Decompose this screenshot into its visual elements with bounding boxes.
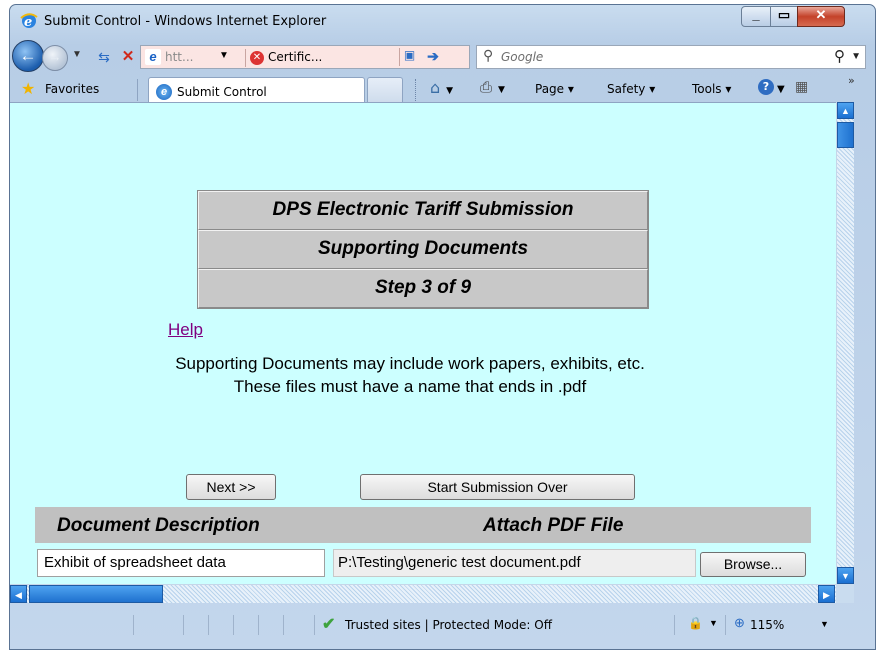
forward-arrow-icon: → <box>48 49 62 64</box>
search-placeholder[interactable]: Google <box>501 50 543 64</box>
instructions-text: Supporting Documents may include work pa… <box>175 354 645 396</box>
vertical-scrollbar[interactable]: ▲ ▼ <box>836 102 854 584</box>
help-icon[interactable]: ? <box>758 79 774 95</box>
new-tab-button[interactable] <box>367 77 403 105</box>
home-icon[interactable]: ⌂ ▼ <box>430 78 453 97</box>
close-icon: ✕ <box>815 7 827 22</box>
minimize-icon: _ <box>752 7 760 22</box>
start-over-button[interactable]: Start Submission Over <box>360 474 635 500</box>
back-arrow-icon: ← <box>19 46 37 65</box>
status-divider <box>133 615 134 635</box>
help-dropdown-icon[interactable]: ▼ <box>777 84 785 95</box>
favorites-button[interactable]: Favorites <box>45 82 99 96</box>
research-icon[interactable]: ▦ <box>795 79 808 95</box>
stop-icon[interactable]: ✕ <box>118 46 138 68</box>
close-button[interactable]: ✕ <box>797 6 845 27</box>
refresh-icon[interactable]: ⇆ <box>92 46 116 68</box>
status-divider <box>725 615 726 635</box>
zoom-level[interactable]: 115% <box>750 618 784 632</box>
status-divider <box>233 615 234 635</box>
maximize-icon: ▭ <box>777 7 791 22</box>
favorites-separator <box>137 79 138 101</box>
vertical-scroll-thumb[interactable] <box>837 122 854 148</box>
compatibility-view-icon[interactable]: ▣ <box>399 48 419 66</box>
tools-menu[interactable]: Tools ▾ <box>692 82 731 96</box>
page-menu[interactable]: Page ▾ <box>535 82 574 96</box>
search-icon[interactable]: ⚲ <box>834 47 845 65</box>
back-button[interactable]: ← <box>12 40 44 72</box>
scroll-up-icon[interactable]: ▲ <box>837 102 854 119</box>
ie-logo-icon: e <box>20 13 38 30</box>
search-provider-icon: ⚲ <box>483 47 494 63</box>
checkmark-icon: ✔ <box>322 616 336 633</box>
next-button[interactable]: Next >> <box>186 474 276 500</box>
forward-button[interactable]: → <box>42 45 68 71</box>
horizontal-scrollbar[interactable]: ◀ ▶ <box>10 584 854 603</box>
page-content: DPS Electronic Tariff Submission Support… <box>10 102 836 584</box>
svg-text:e: e <box>24 15 32 29</box>
document-description-input[interactable]: Exhibit of spreadsheet data <box>37 549 325 577</box>
tab-label: Submit Control <box>177 85 267 99</box>
page-ie-icon: e <box>145 49 161 65</box>
print-icon[interactable]: ⎙ ▼ <box>480 78 505 96</box>
column-attach-pdf: Attach PDF File <box>483 515 624 536</box>
scroll-down-icon[interactable]: ▼ <box>837 567 854 584</box>
more-commands-icon[interactable]: » <box>848 74 855 87</box>
zone-dropdown-icon[interactable]: ▼ <box>709 618 718 628</box>
window-title: Submit Control - Windows Internet Explor… <box>44 14 327 29</box>
address-field[interactable]: e htt... ▼ ✕ Certific... ▣ ➔ <box>140 45 470 69</box>
status-divider <box>314 615 315 635</box>
header-title: DPS Electronic Tariff Submission <box>198 191 648 230</box>
recent-pages-dropdown[interactable]: ▼ <box>72 49 82 60</box>
command-bar-separator <box>415 79 418 101</box>
zoom-icon[interactable]: ⊕ <box>734 615 745 631</box>
documents-table-header: Document Description Attach PDF File <box>35 507 811 543</box>
search-field[interactable]: ⚲ Google ⚲ ▼ <box>476 45 866 69</box>
page-header-table: DPS Electronic Tariff Submission Support… <box>197 190 649 309</box>
column-document-description: Document Description <box>57 515 260 536</box>
favorites-command-bar: ★ Favorites e Submit Control ⌂ ▼ ⎙ ▼ Page … <box>10 74 875 105</box>
status-divider <box>283 615 284 635</box>
status-bar: ✔ Trusted sites | Protected Mode: Off 🔒 … <box>0 603 882 643</box>
scroll-left-icon[interactable]: ◀ <box>10 585 27 603</box>
tab-submit-control[interactable]: e Submit Control <box>148 77 365 105</box>
security-zone-text[interactable]: Trusted sites | Protected Mode: Off <box>345 618 552 632</box>
zoom-dropdown-icon[interactable]: ▼ <box>820 619 829 629</box>
browse-button[interactable]: Browse... <box>700 552 806 577</box>
pdf-file-path-input[interactable]: P:\Testing\generic test document.pdf <box>333 549 696 577</box>
help-link[interactable]: Help <box>168 320 203 340</box>
status-divider <box>208 615 209 635</box>
horizontal-scroll-thumb[interactable] <box>29 585 163 603</box>
url-text[interactable]: htt... <box>165 50 193 64</box>
status-divider <box>183 615 184 635</box>
minimize-button[interactable]: _ <box>741 6 771 27</box>
address-dropdown-icon[interactable]: ▼ <box>219 50 229 61</box>
go-arrow-icon[interactable]: ➔ <box>423 48 443 66</box>
protected-mode-icon[interactable]: 🔒 <box>688 616 703 630</box>
tab-ie-icon: e <box>156 84 172 100</box>
scrollbar-corner <box>836 584 854 603</box>
scroll-right-icon[interactable]: ▶ <box>818 585 835 603</box>
favorites-star-icon[interactable]: ★ <box>21 79 35 99</box>
certificate-label: Certific... <box>268 50 323 64</box>
header-subtitle: Supporting Documents <box>198 230 648 269</box>
status-divider <box>674 615 675 635</box>
address-bar-row: ← → ▼ ⇆ ✕ e htt... ▼ ✕ Certific... ▣ ➔ ⚲… <box>10 39 875 73</box>
status-divider <box>258 615 259 635</box>
search-options-dropdown-icon[interactable]: ▼ <box>851 51 861 62</box>
title-bar: e Submit Control - Windows Internet Expl… <box>10 5 875 37</box>
certificate-error-icon: ✕ <box>250 51 264 65</box>
maximize-button[interactable]: ▭ <box>770 6 798 27</box>
certificate-error-button[interactable]: ✕ Certific... <box>245 49 353 67</box>
safety-menu[interactable]: Safety ▾ <box>607 82 655 96</box>
header-step: Step 3 of 9 <box>198 269 648 308</box>
